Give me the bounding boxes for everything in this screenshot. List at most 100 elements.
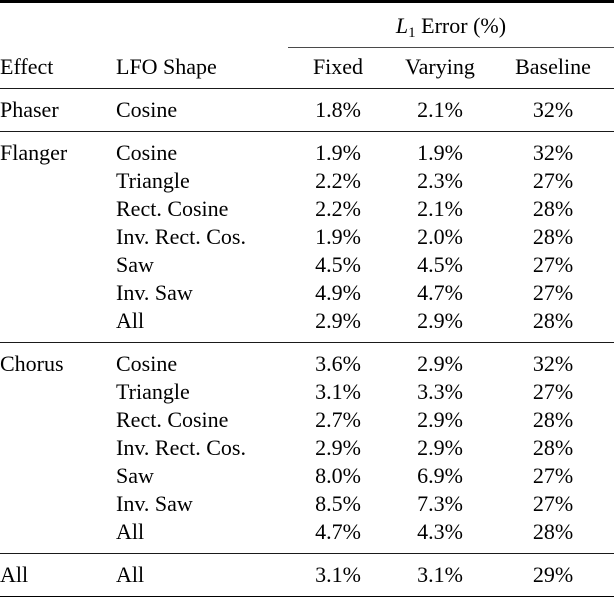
group-top-spacer [0, 132, 614, 139]
cell-shape: All [116, 562, 145, 588]
cell-shape: Cosine [116, 140, 178, 166]
cell-effect [0, 279, 116, 307]
table-row: Phaser Cosine 1.8% 2.1% 32% [0, 96, 614, 124]
cell-fixed: 3.6% [315, 351, 361, 377]
cell-effect [0, 378, 116, 406]
l1-math-symbol: L [395, 13, 409, 38]
table-row: Flanger Cosine 1.9% 1.9% 32% [0, 139, 614, 167]
group-top-spacer [0, 343, 614, 350]
cell-shape: Inv. Saw [116, 280, 193, 306]
cell-shape: Rect. Cosine [116, 407, 229, 433]
cell-effect [0, 490, 116, 518]
cell-fixed: 1.8% [315, 97, 361, 123]
table-row: Inv. Saw 8.5% 7.3% 27% [0, 490, 614, 518]
group-bottom-spacer [0, 546, 614, 554]
table-bottom-rule [0, 596, 614, 598]
l1-error-header: L1 Error (%) [288, 12, 614, 48]
table-row: Rect. Cosine 2.2% 2.1% 28% [0, 195, 614, 223]
column-header-baseline: Baseline [515, 54, 591, 80]
results-table-container: L1 Error (%) Effect LFO Shape Fixed Varying B… [0, 0, 614, 610]
cell-shape: Triangle [116, 379, 190, 405]
results-table: L1 Error (%) Effect LFO Shape Fixed Varying B… [0, 0, 614, 598]
cell-varying: 6.9% [417, 463, 463, 489]
cell-effect [0, 223, 116, 251]
cell-baseline: 28% [532, 196, 574, 222]
cell-varying: 2.9% [417, 308, 463, 334]
cell-effect [0, 462, 116, 490]
column-header-fixed: Fixed [312, 54, 364, 80]
cell-baseline: 28% [532, 308, 574, 334]
cell-varying: 3.1% [417, 562, 463, 588]
group-bottom-spacer [0, 589, 614, 597]
cell-effect: All [0, 562, 29, 588]
cell-shape: Inv. Saw [116, 491, 193, 517]
table-row: All 2.9% 2.9% 28% [0, 307, 614, 335]
cell-varying: 2.9% [417, 351, 463, 377]
column-header-shape: LFO Shape [116, 54, 217, 80]
cell-varying: 4.3% [417, 519, 463, 545]
l1-math-subscript: 1 [408, 25, 416, 42]
table-row: All All 3.1% 3.1% 29% [0, 561, 614, 589]
table-row: All 4.7% 4.3% 28% [0, 518, 614, 546]
group-bottom-spacer [0, 335, 614, 343]
cell-fixed: 4.7% [315, 519, 361, 545]
cell-effect [0, 406, 116, 434]
cell-shape: Cosine [116, 97, 178, 123]
cell-shape: All [116, 519, 145, 545]
cell-shape: Triangle [116, 168, 190, 194]
cell-shape: Inv. Rect. Cos. [116, 224, 246, 250]
cell-varying: 2.1% [417, 196, 463, 222]
cell-fixed: 2.2% [315, 196, 361, 222]
table-row: Saw 4.5% 4.5% 27% [0, 251, 614, 279]
cell-fixed: 4.5% [315, 252, 361, 278]
cell-shape: Rect. Cosine [116, 196, 229, 222]
table-row: Triangle 3.1% 3.3% 27% [0, 378, 614, 406]
cell-fixed: 1.9% [315, 140, 361, 166]
cell-fixed: 2.7% [315, 407, 361, 433]
cell-baseline: 27% [532, 280, 574, 306]
cell-baseline: 28% [532, 407, 574, 433]
table-row: Saw 8.0% 6.9% 27% [0, 462, 614, 490]
header-top-spacer [0, 3, 614, 12]
cell-effect [0, 307, 116, 335]
table-row: Triangle 2.2% 2.3% 27% [0, 167, 614, 195]
cell-fixed: 2.9% [315, 435, 361, 461]
cell-baseline: 27% [532, 168, 574, 194]
cell-baseline: 27% [532, 252, 574, 278]
spanning-header-row: L1 Error (%) [0, 12, 614, 48]
cell-shape: Cosine [116, 351, 178, 377]
header-bottom-spacer [0, 81, 614, 89]
cell-baseline: 32% [532, 97, 574, 123]
cell-shape: Inv. Rect. Cos. [116, 435, 246, 461]
cell-varying: 1.9% [417, 140, 463, 166]
cell-baseline: 29% [532, 562, 574, 588]
cell-fixed: 2.2% [315, 168, 361, 194]
cell-effect: Phaser [0, 97, 59, 123]
cell-effect: Flanger [0, 140, 68, 166]
cell-varying: 4.7% [417, 280, 463, 306]
cell-varying: 4.5% [417, 252, 463, 278]
column-header-row: Effect LFO Shape Fixed Varying Baseline [0, 53, 614, 81]
cell-fixed: 3.1% [315, 562, 361, 588]
cell-effect [0, 518, 116, 546]
cell-varying: 2.1% [417, 97, 463, 123]
cell-fixed: 8.5% [315, 491, 361, 517]
cell-varying: 2.0% [417, 224, 463, 250]
group-bottom-spacer [0, 124, 614, 132]
cell-baseline: 27% [532, 463, 574, 489]
cell-baseline: 28% [532, 519, 574, 545]
cell-shape: Saw [116, 463, 154, 489]
cell-baseline: 27% [532, 491, 574, 517]
cell-effect [0, 195, 116, 223]
table-row: Chorus Cosine 3.6% 2.9% 32% [0, 350, 614, 378]
cell-baseline: 28% [532, 224, 574, 250]
column-header-effect: Effect [0, 54, 54, 80]
cell-varying: 2.3% [417, 168, 463, 194]
cell-effect [0, 251, 116, 279]
table-row: Rect. Cosine 2.7% 2.9% 28% [0, 406, 614, 434]
cell-effect [0, 167, 116, 195]
table-body: L1 Error (%) Effect LFO Shape Fixed Varying B… [0, 0, 614, 598]
cell-fixed: 8.0% [315, 463, 361, 489]
cell-varying: 7.3% [417, 491, 463, 517]
cell-fixed: 1.9% [315, 224, 361, 250]
